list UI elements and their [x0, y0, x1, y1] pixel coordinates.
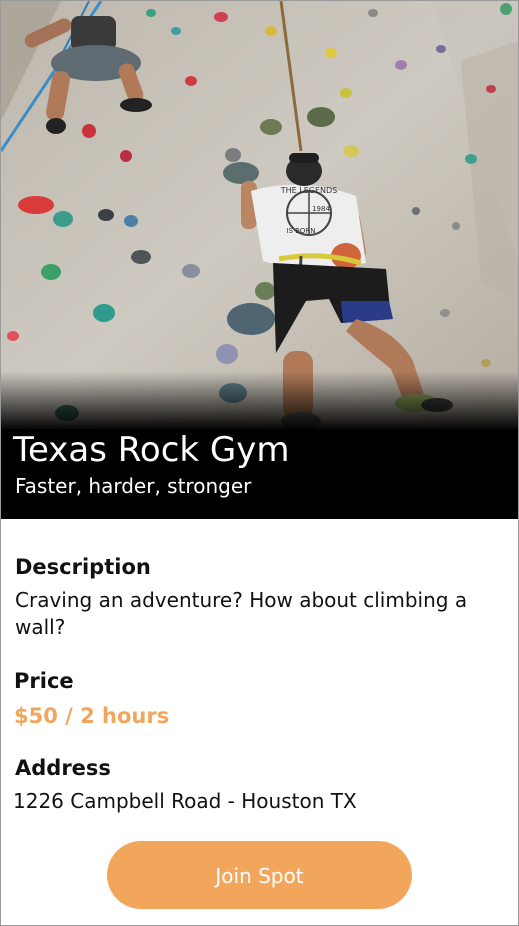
address-heading: Address: [15, 756, 111, 780]
address-value: 1226 Campbell Road - Houston TX: [13, 789, 357, 813]
description-heading: Description: [15, 555, 151, 579]
gym-tagline: Faster, harder, stronger: [15, 474, 252, 498]
gym-title: Texas Rock Gym: [13, 430, 290, 470]
gym-detail-card: THE LEGENDS 1984 IS BORN Texas Rock Gym …: [0, 0, 519, 926]
shirt-print-line-3: IS BORN: [286, 227, 315, 235]
hero-section: THE LEGENDS 1984 IS BORN Texas Rock Gym …: [1, 1, 518, 519]
shirt-print-line-1: THE LEGENDS: [280, 186, 338, 195]
price-heading: Price: [14, 669, 74, 693]
price-value: $50 / 2 hours: [14, 704, 170, 728]
description-text: Craving an adventure? How about climbing…: [15, 588, 468, 639]
join-spot-button[interactable]: Join Spot: [107, 841, 412, 909]
shirt-print-line-2: 1984: [312, 205, 330, 213]
